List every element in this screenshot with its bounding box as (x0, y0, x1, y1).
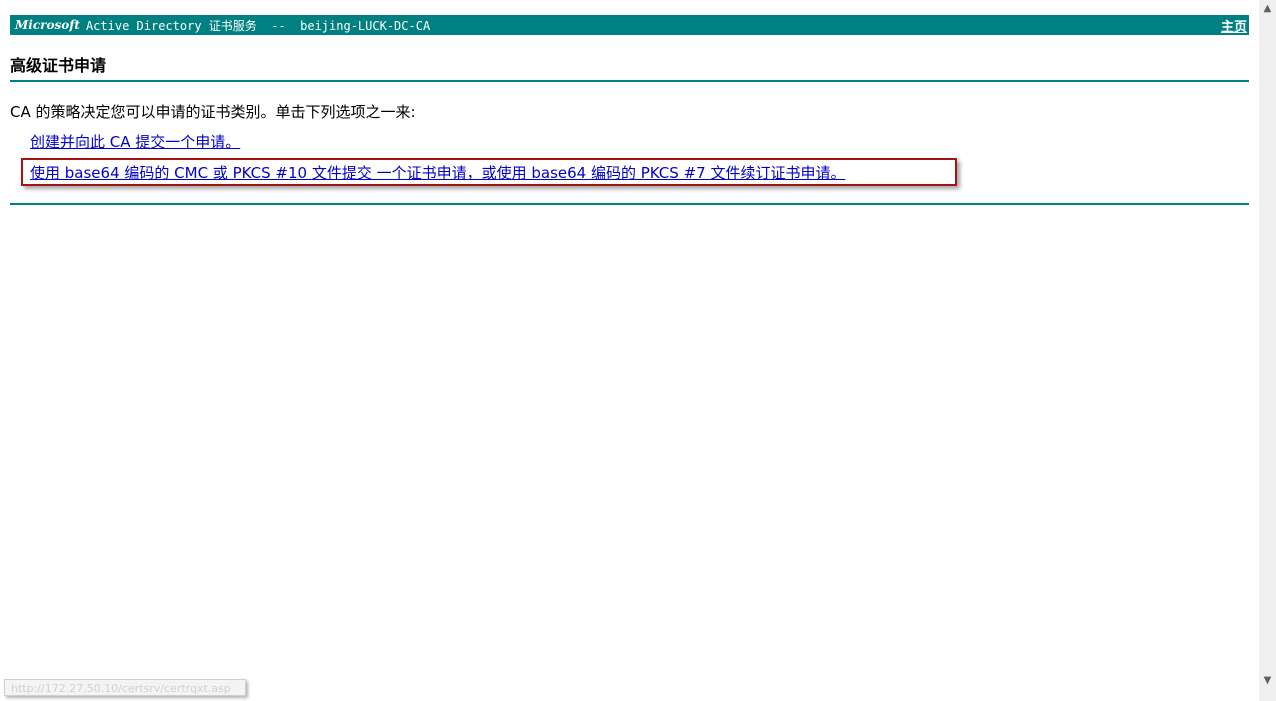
page-title: 高级证书申请 (10, 56, 107, 75)
intro-text: CA 的策略决定您可以申请的证书类别。单击下列选项之一来: (10, 103, 416, 121)
header-title: Active Directory 证书服务 -- beijing-LUCK-DC… (85, 18, 431, 33)
scroll-up-icon[interactable]: ▲ (1259, 0, 1276, 17)
vertical-scrollbar[interactable]: ▲ ▼ (1259, 0, 1276, 701)
scroll-down-icon[interactable]: ▼ (1259, 672, 1276, 689)
option-item: 使用 base64 编码的 CMC 或 PKCS #10 文件提交 一个证书申请… (30, 163, 1249, 183)
brand-logo: Microsoft (15, 18, 80, 32)
header-title-group: Microsoft Active Directory 证书服务 -- beiji… (15, 17, 430, 34)
title-divider (10, 80, 1249, 82)
browser-page: Microsoft Active Directory 证书服务 -- beiji… (0, 0, 1276, 701)
content: Microsoft Active Directory 证书服务 -- beiji… (10, 15, 1249, 205)
header-bar: Microsoft Active Directory 证书服务 -- beiji… (10, 15, 1249, 35)
bottom-divider (10, 203, 1249, 205)
status-bar-url: http://172.27.50.10/certsrv/certrqxt.asp (4, 679, 246, 696)
submit-base64-request-link[interactable]: 使用 base64 编码的 CMC 或 PKCS #10 文件提交 一个证书申请… (30, 163, 845, 183)
create-request-link[interactable]: 创建并向此 CA 提交一个申请。 (30, 132, 240, 152)
options-list: 创建并向此 CA 提交一个申请。 使用 base64 编码的 CMC 或 PKC… (10, 132, 1249, 183)
home-link[interactable]: 主页 (1221, 16, 1249, 35)
option-item: 创建并向此 CA 提交一个申请。 (30, 132, 1249, 152)
